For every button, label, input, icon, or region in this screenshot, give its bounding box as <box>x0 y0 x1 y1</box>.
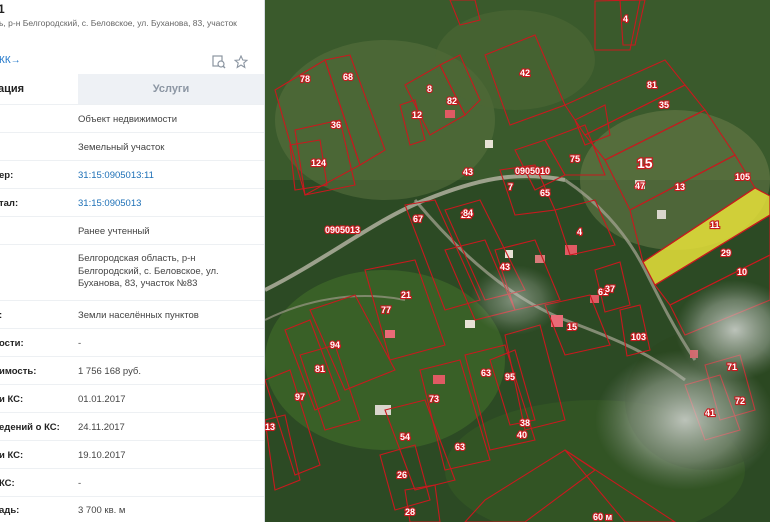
row-ks-approval-date: и КС: 19.10.2017 <box>0 440 264 469</box>
zoom-to-parcel-icon[interactable] <box>212 55 226 69</box>
parcel-label: 12 <box>412 110 422 120</box>
parcel-label: 103 <box>631 332 646 342</box>
parcel-label: 38 <box>520 418 530 428</box>
tab-information[interactable]: ация <box>0 74 78 104</box>
parcel-label: 4 <box>577 227 582 237</box>
parcel-label: 97 <box>295 392 305 402</box>
tabs: ация Услуги <box>0 74 264 104</box>
satellite-map-svg[interactable]: 78 68 42 36 124 8 82 12 43 81 35 15 47 1… <box>265 0 770 522</box>
parcel-label: 10 <box>737 267 747 277</box>
parcel-label: 68 <box>343 72 353 82</box>
parcel-label: 81 <box>315 364 325 374</box>
row-value: Объект недвижимости <box>78 114 178 125</box>
parcel-label: 21 <box>401 290 411 300</box>
parcel-label: 7 <box>508 182 513 192</box>
cadastral-block-link[interactable]: 31:15:0905013 <box>78 198 258 211</box>
block-number-label: 15 <box>637 155 653 171</box>
block-label: 0905013 <box>325 225 360 235</box>
parcel-label: 65 <box>540 188 550 198</box>
parcel-label: 75 <box>570 154 580 164</box>
row-area: адь: 3 700 кв. м <box>0 496 264 522</box>
row-value: - <box>78 478 82 489</box>
row-address: Белгородская область, р-н Белгородский, … <box>0 244 264 301</box>
parcel-label: 84 <box>463 208 473 218</box>
parcel-address: ь, р-н Белгородский, с. Беловское, ул. Б… <box>0 18 237 28</box>
row-value: Земли населённых пунктов <box>78 310 199 321</box>
kk-link[interactable]: КК→ <box>0 55 21 66</box>
parcel-label: 36 <box>331 120 341 130</box>
parcel-label: 63 <box>455 442 465 452</box>
row-value: Ранее учтенный <box>78 226 150 237</box>
parcel-label: 42 <box>520 68 530 78</box>
row-category: : Земли населённых пунктов <box>0 300 264 329</box>
parcel-label: 26 <box>397 470 407 480</box>
parcel-label: 15 <box>567 322 577 332</box>
row-cadastral-block: тал: 31:15:0905013 <box>0 188 264 217</box>
cadastral-map[interactable]: 78 68 42 36 124 8 82 12 43 81 35 15 47 1… <box>265 0 770 522</box>
row-value: 3 700 кв. м <box>78 505 126 516</box>
row-usage: ости: - <box>0 328 264 357</box>
row-status: Ранее учтенный <box>0 216 264 245</box>
cadastral-number-link[interactable]: 31:15:0905013:11 <box>78 170 258 183</box>
row-object-type: Объект недвижимости <box>0 104 264 133</box>
row-value: - <box>78 338 82 349</box>
parcel-label: 4 <box>623 14 628 24</box>
row-value: 24.11.2017 <box>78 422 125 433</box>
parcel-label: 77 <box>381 305 391 315</box>
selected-parcel-label: 11 <box>710 220 720 230</box>
parcel-label: 81 <box>647 80 657 90</box>
row-ks-entry-date: едений о КС: 24.11.2017 <box>0 412 264 441</box>
parcel-label: 13 <box>675 182 685 192</box>
block-label: 0905010 <box>515 166 550 176</box>
parcel-label: 105 <box>735 172 750 182</box>
parcel-label: 13 <box>265 422 275 432</box>
row-value: 01.01.2017 <box>78 394 126 405</box>
parcel-label: 94 <box>330 340 340 350</box>
parcel-label: 29 <box>721 248 731 258</box>
parcel-label: 124 <box>311 158 326 168</box>
parcel-label: 40 <box>517 430 527 440</box>
parcel-label: 43 <box>500 262 510 272</box>
row-value: Земельный участок <box>78 142 165 153</box>
parcel-label: 8 <box>427 84 432 94</box>
parcel-label: 63 <box>481 368 491 378</box>
row-cadastral-number: ер: 31:15:0905013:11 <box>0 160 264 189</box>
info-panel: 1 ь, р-н Белгородский, с. Беловское, ул.… <box>0 0 265 522</box>
parcel-label: 78 <box>300 74 310 84</box>
star-icon[interactable] <box>233 54 249 69</box>
parcel-label: 95 <box>505 372 515 382</box>
parcel-label: 54 <box>400 432 410 442</box>
parcel-label: 35 <box>659 100 669 110</box>
row-value: Белгородская область, р-н Белгородский, … <box>78 253 219 289</box>
tab-services[interactable]: Услуги <box>78 74 264 104</box>
parcel-label: 72 <box>735 396 745 406</box>
parcel-label: 37 <box>605 284 615 294</box>
row-value: 19.10.2017 <box>78 450 126 461</box>
parcel-label: 73 <box>429 394 439 404</box>
parcel-label: 41 <box>705 408 715 418</box>
parcel-title: 1 <box>0 2 5 16</box>
scale-label: 60 м <box>593 512 613 522</box>
row-value: 1 756 168 руб. <box>78 366 142 377</box>
parcel-label: 67 <box>413 214 423 224</box>
parcel-label: 82 <box>447 96 457 106</box>
row-ks-date: и КС: 01.01.2017 <box>0 384 264 413</box>
parcel-label: 47 <box>635 181 645 191</box>
row-ks-application: КС: - <box>0 468 264 497</box>
row-cadastral-value: имость: 1 756 168 руб. <box>0 356 264 385</box>
parcel-label: 71 <box>727 362 737 372</box>
parcel-label: 28 <box>405 507 415 517</box>
parcel-label: 43 <box>463 167 473 177</box>
row-kind: Земельный участок <box>0 132 264 161</box>
